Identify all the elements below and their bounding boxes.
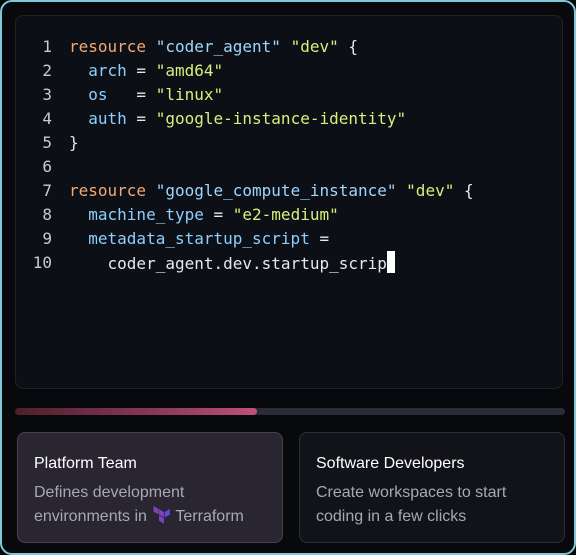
code-token: auth [88, 109, 127, 128]
code-token: = [107, 85, 156, 104]
line-number: 10 [32, 253, 52, 272]
code-token: = [203, 205, 233, 224]
code-editor[interactable]: 1 resource "coder_agent" "dev" {2 arch = … [15, 15, 563, 389]
line-number: 4 [42, 109, 52, 128]
code-token: = [126, 109, 156, 128]
software-developers-card[interactable]: Software Developers Create workspaces to… [299, 432, 565, 543]
code-token: arch [88, 61, 127, 80]
line-text: coder_agent.dev.startup_scrip [69, 251, 395, 276]
card-description: Defines development environments in Terr… [34, 481, 266, 529]
code-line: 6 [16, 155, 562, 179]
platform-team-card[interactable]: Platform Team Defines development enviro… [17, 432, 283, 543]
line-number: 9 [42, 229, 52, 248]
code-token: os [88, 85, 108, 104]
code-token: "linux" [155, 85, 224, 104]
code-token: "dev" [406, 181, 455, 200]
card-title: Platform Team [34, 455, 137, 472]
progress-fill [15, 408, 257, 415]
code-token: machine_type [88, 205, 204, 224]
code-line: 1 resource "coder_agent" "dev" { [16, 35, 562, 59]
line-number: 6 [42, 157, 52, 176]
code-line: 7 resource "google_compute_instance" "dev… [16, 179, 562, 203]
line-number: 7 [42, 181, 52, 200]
line-number: 1 [42, 37, 52, 56]
code-token: resource [69, 181, 147, 200]
terraform-icon [153, 506, 171, 524]
card-title: Software Developers [316, 455, 465, 472]
code-token: resource [69, 37, 147, 56]
text-cursor [386, 251, 395, 273]
card-description: Create workspaces to start coding in a f… [316, 484, 507, 525]
code-line: 5} [16, 131, 562, 155]
app-frame: 1 resource "coder_agent" "dev" {2 arch = … [0, 0, 576, 555]
line-number: 8 [42, 205, 52, 224]
code-token: coder_agent.dev.startup_scrip [69, 254, 387, 273]
code-line: 8 machine_type = "e2-medium" [16, 203, 562, 227]
code-token: "amd64" [155, 61, 224, 80]
code-token: "google_compute_instance" [155, 181, 397, 200]
line-number: 2 [42, 61, 52, 80]
code-token: "dev" [290, 37, 339, 56]
code-token: "coder_agent" [155, 37, 281, 56]
line-text: resource "coder_agent" "dev" { [69, 35, 358, 59]
code-token: { [338, 37, 359, 56]
code-line: 10 coder_agent.dev.startup_scrip [16, 251, 562, 275]
code-lines: 1 resource "coder_agent" "dev" {2 arch = … [16, 35, 562, 275]
line-text: resource "google_compute_instance" "dev"… [69, 179, 474, 203]
line-text: metadata_startup_script = [69, 227, 329, 251]
line-text: auth = "google-instance-identity" [69, 107, 406, 131]
code-line: 9 metadata_startup_script = [16, 227, 562, 251]
terraform-label: Terraform [175, 508, 244, 525]
code-token: "google-instance-identity" [155, 109, 407, 128]
line-text: } [69, 131, 79, 155]
code-token: = [126, 61, 156, 80]
code-token: "e2-medium" [232, 205, 339, 224]
progress-track [15, 408, 565, 415]
code-token: = [309, 229, 330, 248]
code-token: } [69, 133, 79, 152]
line-text: os = "linux" [69, 83, 223, 107]
code-line: 3 os = "linux" [16, 83, 562, 107]
code-line: 2 arch = "amd64" [16, 59, 562, 83]
line-number: 5 [42, 133, 52, 152]
code-token: { [454, 181, 474, 200]
line-text: arch = "amd64" [69, 59, 223, 83]
code-token: metadata_startup_script [88, 229, 310, 248]
line-text: machine_type = "e2-medium" [69, 203, 339, 227]
code-line: 4 auth = "google-instance-identity" [16, 107, 562, 131]
line-number: 3 [42, 85, 52, 104]
